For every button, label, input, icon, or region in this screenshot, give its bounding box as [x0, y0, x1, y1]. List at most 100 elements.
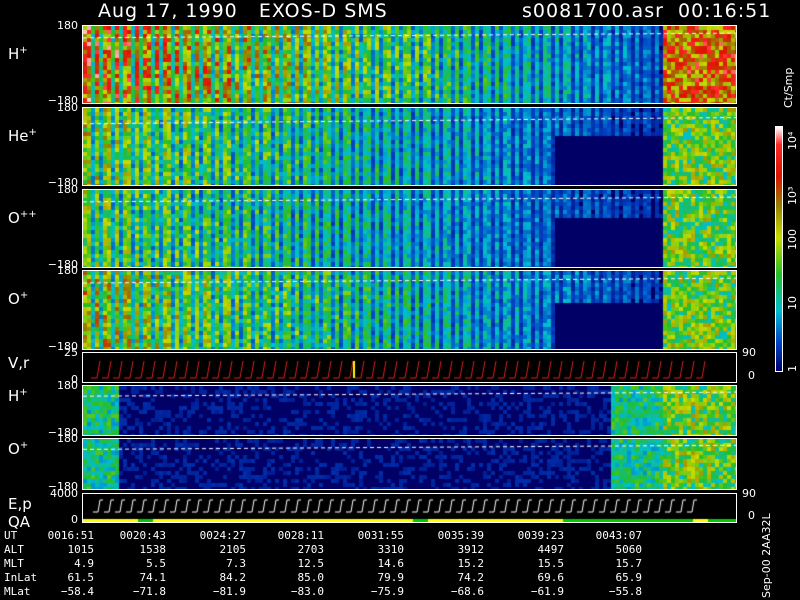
footer-value: 69.6	[537, 571, 565, 584]
panel-image-o_plus_2	[83, 439, 736, 489]
panel-h_plus_1	[82, 25, 737, 104]
ytick-bottom-ep: 0	[71, 513, 78, 526]
ytick-top-ep: 4000	[50, 487, 78, 500]
footer-row-alt: ALT 1015 1538 2105 2703 3310 3912 4497 5060	[0, 544, 760, 556]
ytick-top-h_plus_2: 180	[57, 379, 78, 392]
footer-value: −58.4	[60, 585, 94, 598]
panel-label-o_pp: O++	[8, 209, 37, 227]
panel-label2-ep: QA	[8, 513, 31, 531]
footer-value: 0035:39	[437, 529, 484, 542]
footer-value: −75.9	[370, 585, 404, 598]
footer-value: 4497	[537, 543, 565, 556]
footer-value: 0043:07	[595, 529, 642, 542]
panel-label-he_plus: He+	[8, 127, 37, 145]
footer-value: −68.6	[450, 585, 484, 598]
footer-value: 1015	[67, 543, 95, 556]
ytick-top-o_plus_2: 180	[57, 432, 78, 445]
footer-row-mlt: MLT 4.9 5.5 7.3 12.5 14.6 15.2 15.5 15.7	[0, 558, 760, 570]
footer-value: 0028:11	[277, 529, 324, 542]
colorbar-label: 10	[786, 296, 799, 310]
colorbar-gradient	[776, 127, 782, 371]
footer-value: 5060	[615, 543, 643, 556]
footer-value: 61.5	[67, 571, 95, 584]
panel-image-ep	[83, 494, 736, 522]
colorbar-label: 100	[786, 229, 799, 250]
ytick-top-he_plus: 180	[57, 101, 78, 114]
panel-label-h_plus_1: H+	[8, 45, 28, 63]
footer-value: 0031:55	[357, 529, 404, 542]
colorbar-label: 1	[786, 365, 799, 372]
panel-image-o_plus_1	[83, 271, 736, 349]
footer-value: 74.2	[457, 571, 485, 584]
rtick-bottom-vr: 0	[748, 369, 755, 382]
footer-value: 7.3	[226, 557, 246, 570]
footer-value: 3912	[457, 543, 485, 556]
panel-label-vr: V,r	[8, 354, 30, 372]
panel-image-h_plus_2	[83, 386, 736, 435]
footer-value: 74.1	[139, 571, 167, 584]
file-time-label: s0081700.asr 00:16:51	[522, 0, 772, 22]
footer-value: 12.5	[297, 557, 325, 570]
footer-row-label: InLat	[4, 571, 38, 584]
footer-value: 0024:27	[199, 529, 246, 542]
panel-o_plus_2	[82, 438, 737, 490]
rtick-top-vr: 90	[742, 346, 756, 359]
footer-row-label: MLat	[4, 585, 31, 598]
footer-value: −71.8	[132, 585, 166, 598]
panel-ep	[82, 493, 737, 523]
ytick-top-o_plus_1: 180	[57, 264, 78, 277]
footer-value: −83.0	[290, 585, 324, 598]
footer-value: 65.9	[615, 571, 643, 584]
panel-label-o_plus_1: O+	[8, 290, 29, 308]
panel-image-vr	[83, 353, 736, 382]
footer-value: 1538	[139, 543, 167, 556]
footer-row-label: MLT	[4, 557, 24, 570]
footer-value: −61.9	[530, 585, 564, 598]
footer-value: 79.9	[377, 571, 405, 584]
colorbar-unit: Ct/Smp	[782, 67, 795, 108]
ytick-top-h_plus_1: 180	[57, 19, 78, 32]
footer-value: −81.9	[212, 585, 246, 598]
panel-image-h_plus_1	[83, 26, 736, 103]
footer-row-mlat: MLat −58.4 −71.8 −81.9 −83.0 −75.9 −68.6 −61.9 −…	[0, 586, 760, 598]
footer-value: 3310	[377, 543, 405, 556]
footer-value: 15.5	[537, 557, 565, 570]
orbit-footer: UT 0016:51 0020:43 0024:27 0028:11 0031:55 003…	[0, 530, 760, 600]
side-note: Sep-00 2AA32L	[760, 513, 773, 598]
footer-value: 0039:23	[517, 529, 564, 542]
footer-value: 84.2	[219, 571, 247, 584]
ytick-top-o_pp: 180	[57, 183, 78, 196]
colorbar-label: 10³	[786, 186, 799, 205]
rtick-bottom-ep: 0	[748, 509, 755, 522]
footer-row-inlat: InLat 61.5 74.1 84.2 85.0 79.9 74.2 69.6 65.9	[0, 572, 760, 584]
panel-h_plus_2	[82, 385, 737, 436]
footer-value: 0020:43	[119, 529, 166, 542]
footer-value: 0016:51	[47, 529, 94, 542]
footer-value: 15.2	[457, 557, 485, 570]
footer-row-label: ALT	[4, 543, 24, 556]
footer-value: 15.7	[615, 557, 643, 570]
colorbar-label: 10⁴	[786, 131, 799, 150]
footer-value: 2105	[219, 543, 247, 556]
footer-value: 14.6	[377, 557, 405, 570]
panel-image-he_plus	[83, 108, 736, 185]
footer-value: 2703	[297, 543, 325, 556]
footer-row-label: UT	[4, 529, 18, 542]
chart-title: Aug 17, 1990 EXOS-D SMS	[98, 0, 388, 22]
panel-vr	[82, 352, 737, 383]
colorbar	[775, 126, 783, 372]
footer-value: 5.5	[146, 557, 166, 570]
rtick-top-ep: 90	[742, 487, 756, 500]
panel-he_plus	[82, 107, 737, 186]
panel-label-h_plus_2: H+	[8, 387, 28, 405]
panel-label-o_plus_2: O+	[8, 440, 29, 458]
footer-value: −55.8	[608, 585, 642, 598]
footer-row-ut: UT 0016:51 0020:43 0024:27 0028:11 0031:55 003…	[0, 530, 760, 542]
ytick-top-vr: 25	[64, 346, 78, 359]
panel-o_plus_1	[82, 270, 737, 350]
panel-image-o_pp	[83, 190, 736, 267]
footer-value: 85.0	[297, 571, 325, 584]
panel-label-ep: E,p QA	[8, 495, 32, 531]
footer-value: 4.9	[74, 557, 94, 570]
panel-o_pp	[82, 189, 737, 268]
